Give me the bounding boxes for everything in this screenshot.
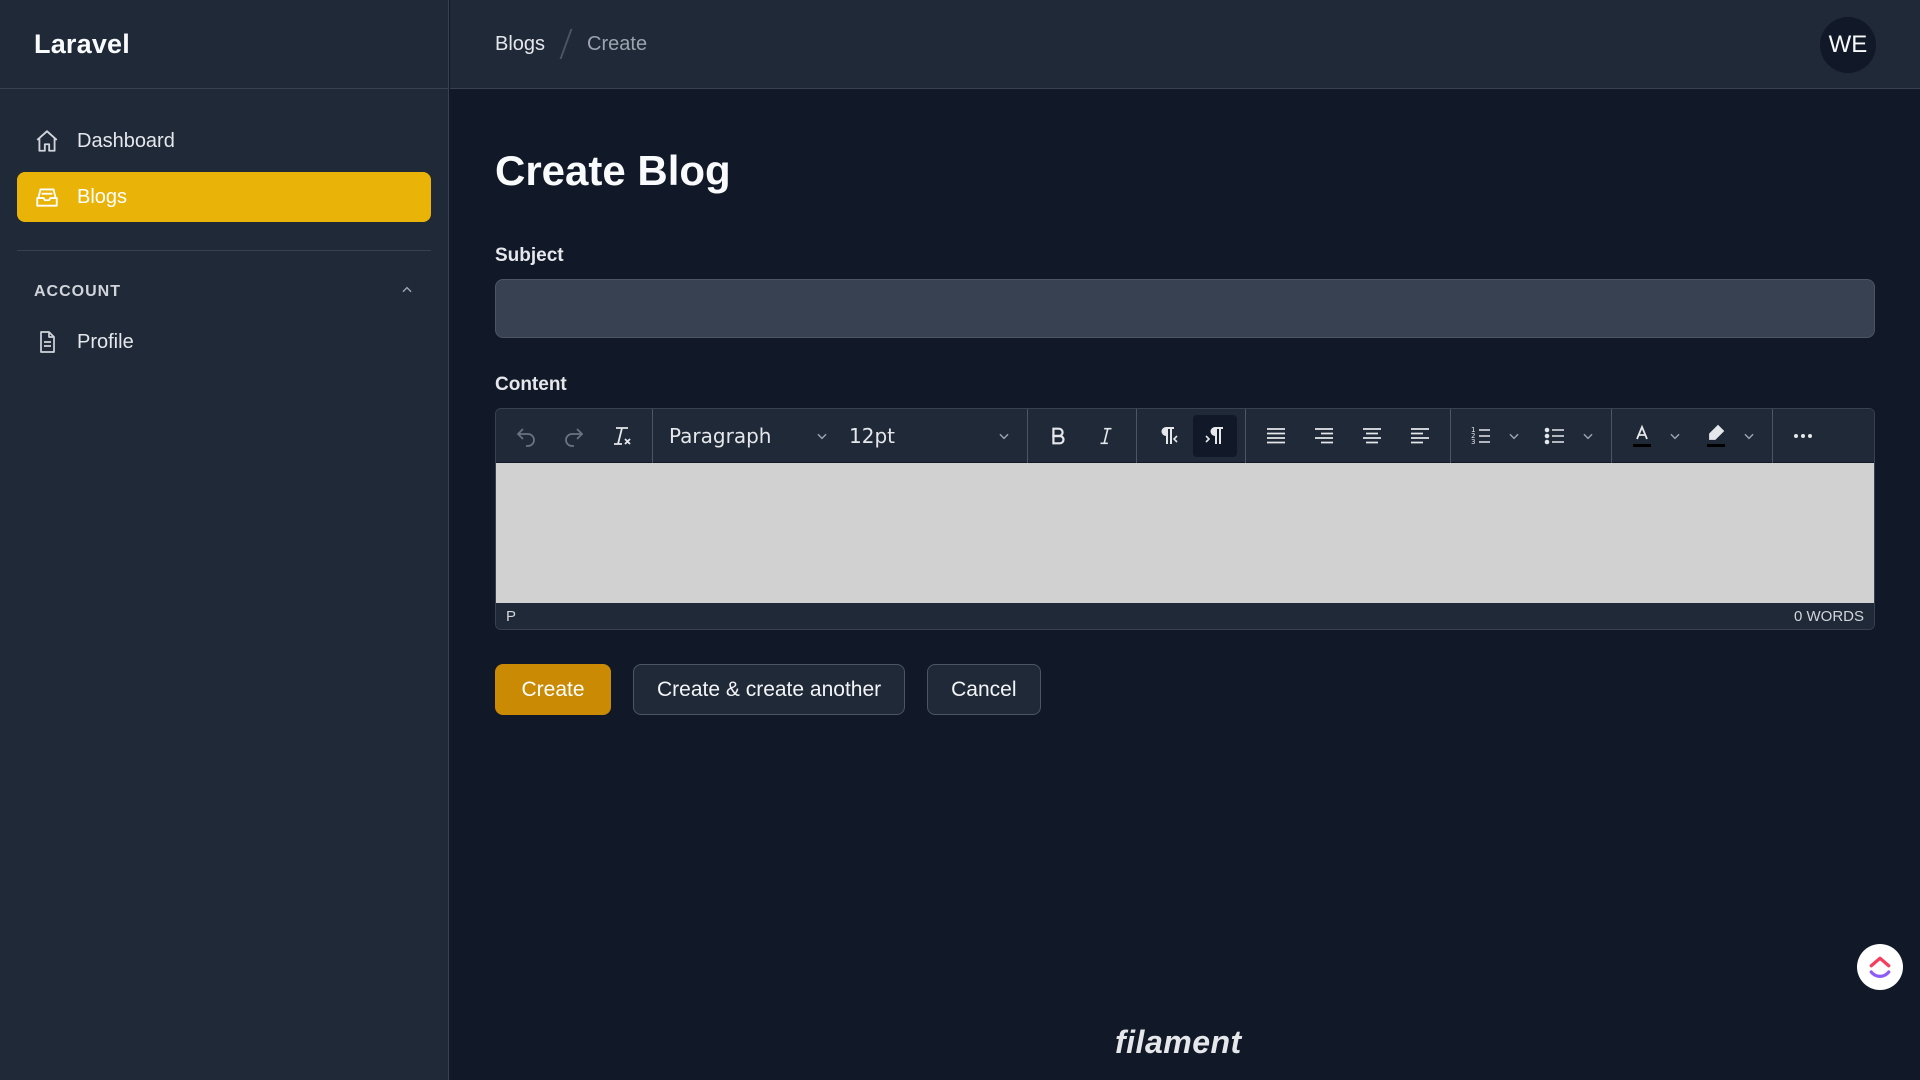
toolbar-group-more [1773, 409, 1833, 463]
group-title: ACCOUNT [34, 283, 121, 300]
bullet-list-split [1535, 415, 1601, 457]
sidebar-item-dashboard[interactable]: Dashboard [17, 116, 431, 166]
toolbar-group-style [1028, 409, 1137, 463]
sidebar-item-label: Profile [77, 330, 134, 353]
rtl-icon[interactable] [1145, 415, 1189, 457]
clear-formatting-icon[interactable] [600, 415, 644, 457]
sidebar: Laravel Dashboard Blogs ACCOUNT Profile [0, 0, 449, 1080]
editor-toolbar: Paragraph 12pt 1 2 3 [496, 409, 1874, 463]
inbox-icon [33, 183, 61, 211]
font-size-select[interactable]: 12pt [839, 415, 1021, 457]
bullet-list-icon[interactable] [1535, 415, 1575, 457]
svg-text:3: 3 [1471, 438, 1475, 446]
toolbar-group-colors [1612, 409, 1773, 463]
sidebar-item-blogs[interactable]: Blogs [17, 172, 431, 222]
main-content: Create Blog Subject Content Paragraph 12… [495, 89, 1875, 715]
element-path[interactable]: P [506, 608, 516, 625]
rich-text-editor: Paragraph 12pt 1 2 3 P 0 WORDS [495, 408, 1875, 630]
text-color-icon[interactable] [1622, 415, 1662, 457]
chevron-down-icon[interactable] [1662, 429, 1688, 443]
topbar: Blogs Create WE [450, 0, 1920, 89]
chevron-down-icon [997, 424, 1011, 448]
avatar[interactable]: WE [1820, 17, 1876, 73]
toolbar-group-format: Paragraph 12pt [653, 409, 1028, 463]
font-size-value: 12pt [849, 423, 895, 448]
highlight-split [1696, 415, 1762, 457]
chevron-down-icon[interactable] [1501, 429, 1527, 443]
align-justify-icon[interactable] [1254, 415, 1298, 457]
brand-logo[interactable]: Laravel [0, 0, 448, 89]
chevron-up-icon[interactable] [400, 283, 414, 302]
text-color-split [1622, 415, 1688, 457]
sidebar-group-account[interactable]: ACCOUNT [0, 279, 448, 305]
breadcrumb-create[interactable]: Create [587, 33, 647, 56]
page-title: Create Blog [495, 147, 731, 194]
chevron-down-icon [815, 424, 829, 448]
subject-input[interactable] [495, 279, 1875, 338]
create-another-button[interactable]: Create & create another [633, 664, 906, 715]
sidebar-divider [17, 250, 431, 251]
sidebar-item-label: Dashboard [77, 129, 175, 152]
toolbar-group-direction [1137, 409, 1246, 463]
undo-icon[interactable] [504, 415, 548, 457]
numbered-list-icon[interactable]: 123 [1461, 415, 1501, 457]
align-center-icon[interactable] [1350, 415, 1394, 457]
content-label: Content [495, 374, 567, 395]
document-icon [33, 328, 61, 356]
highlight-color-icon[interactable] [1696, 415, 1736, 457]
toolbar-group-history [496, 409, 653, 463]
editor-content-area[interactable] [496, 463, 1874, 603]
bold-icon[interactable] [1036, 415, 1080, 457]
sidebar-item-label: Blogs [77, 185, 128, 208]
sidebar-item-profile[interactable]: Profile [17, 317, 431, 367]
form-actions: Create Create & create another Cancel [495, 664, 1875, 715]
sidebar-group-items: Profile [0, 305, 448, 367]
filament-logo[interactable]: filament [1115, 1024, 1242, 1061]
toolbar-group-align [1246, 409, 1451, 463]
align-right-icon[interactable] [1302, 415, 1346, 457]
chevron-down-icon[interactable] [1575, 429, 1601, 443]
breadcrumb-blogs[interactable]: Blogs [495, 33, 545, 56]
redo-icon[interactable] [552, 415, 596, 457]
create-button[interactable]: Create [495, 664, 611, 715]
sidebar-nav: Dashboard Blogs [0, 89, 448, 222]
breadcrumb-separator [559, 29, 573, 59]
align-left-icon[interactable] [1398, 415, 1442, 457]
ltr-icon[interactable] [1193, 414, 1237, 457]
clickup-icon[interactable] [1857, 944, 1903, 990]
cancel-button[interactable]: Cancel [927, 664, 1041, 715]
toolbar-group-lists: 123 [1451, 409, 1612, 463]
italic-icon[interactable] [1084, 415, 1128, 457]
block-format-value: Paragraph [669, 423, 772, 448]
more-icon[interactable] [1781, 415, 1825, 457]
subject-label: Subject [495, 245, 564, 266]
word-count[interactable]: 0 WORDS [1794, 608, 1864, 625]
chevron-down-icon[interactable] [1736, 429, 1762, 443]
numbered-list-split: 123 [1461, 415, 1527, 457]
home-icon [33, 127, 61, 155]
editor-statusbar: P 0 WORDS [496, 603, 1874, 629]
block-format-select[interactable]: Paragraph [659, 415, 839, 457]
